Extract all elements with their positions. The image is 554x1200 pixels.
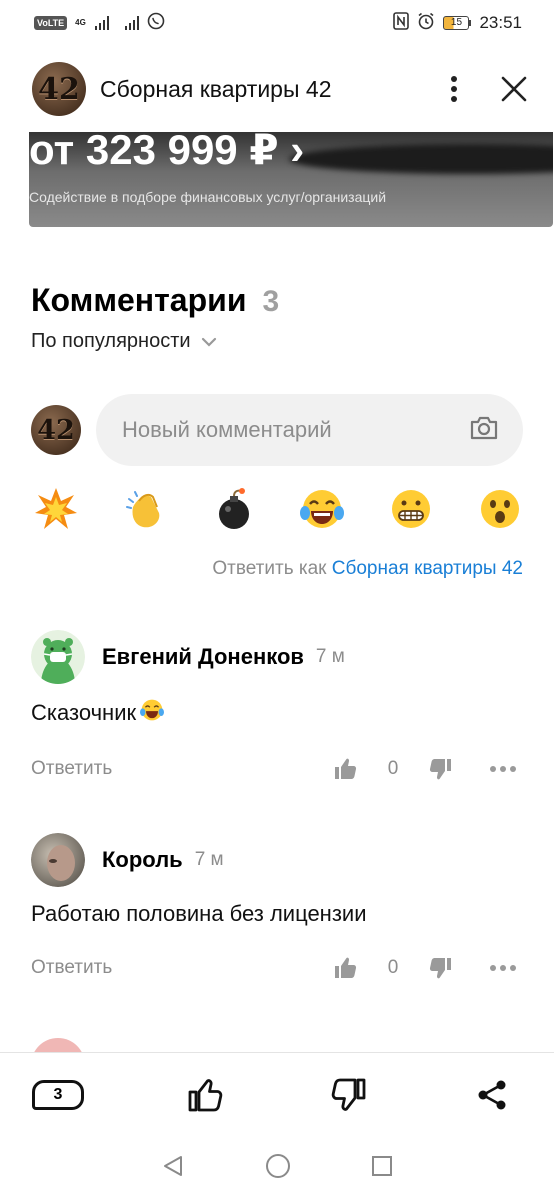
my-avatar: 42: [31, 405, 81, 455]
clock: 23:51: [479, 13, 522, 32]
comment-header: Евгений Доненков 7 м: [31, 630, 523, 684]
recents-icon[interactable]: [371, 1155, 393, 1182]
channel-header: 42 Сборная квартиры 42: [0, 46, 554, 132]
sort-label: По популярности: [31, 330, 191, 352]
thumbs-down-icon[interactable]: [421, 953, 461, 983]
channel-title[interactable]: Сборная квартиры 42: [100, 76, 434, 103]
alarm-icon: [417, 12, 435, 35]
reply-as-account-link[interactable]: Сборная квартиры 42: [332, 558, 523, 579]
comments-title: Комментарии: [31, 282, 247, 318]
reply-as-line: Ответить как Сборная квартиры 42: [212, 558, 523, 580]
dislike-icon[interactable]: [327, 1073, 371, 1117]
comment-actions: Ответить 0: [31, 953, 523, 983]
thumbs-up-icon[interactable]: [325, 953, 365, 983]
kebab-icon[interactable]: [434, 69, 474, 109]
comment-body: Сказочник: [31, 700, 137, 725]
channel-avatar[interactable]: 42: [32, 62, 86, 116]
comment-time: 7 м: [315, 646, 345, 667]
comment-text: Работаю половина без лицензии: [31, 901, 523, 927]
new-comment-input[interactable]: [122, 417, 469, 443]
network-type: 4G: [75, 18, 86, 27]
signal-icon: [95, 16, 110, 30]
new-comment-row: 42: [31, 394, 523, 466]
clapping-hands-emoji-icon[interactable]: [122, 486, 168, 532]
astonished-emoji-icon[interactable]: [477, 486, 523, 532]
comment-body: Работаю половина без лицензии: [31, 901, 367, 926]
like-icon[interactable]: [183, 1073, 227, 1117]
comment-item: Король 7 м Работаю половина без лицензии…: [31, 833, 523, 983]
reply-button[interactable]: Ответить: [31, 758, 325, 780]
reaction-bar: [33, 486, 523, 532]
user-avatar[interactable]: [31, 833, 85, 887]
reply-as-prefix: Ответить как: [212, 558, 327, 579]
promo-price: от 323 999 ₽ ›: [29, 126, 305, 173]
bomb-emoji-icon[interactable]: [211, 486, 257, 532]
status-bar: VoLTE 4G 15 23:51: [0, 0, 554, 46]
comment-author[interactable]: Евгений Доненков: [102, 644, 304, 670]
system-nav-bar: [0, 1136, 554, 1200]
chevron-down-icon: [201, 330, 217, 353]
grimacing-emoji-icon[interactable]: [388, 486, 434, 532]
tears-of-joy-icon: [138, 698, 166, 728]
home-icon[interactable]: [265, 1153, 291, 1184]
comment-text: Сказочник: [31, 698, 523, 728]
comment-header: Король 7 м: [31, 833, 523, 887]
more-options-icon[interactable]: [483, 754, 523, 784]
status-left: VoLTE 4G: [34, 12, 165, 35]
battery-icon: 15: [443, 16, 472, 30]
more-options-icon[interactable]: [483, 953, 523, 983]
close-icon[interactable]: [494, 69, 534, 109]
comment-item: Евгений Доненков 7 м Сказочник Ответить …: [31, 630, 523, 784]
back-icon[interactable]: [161, 1154, 185, 1183]
volte-badge: VoLTE: [34, 16, 68, 30]
tears-of-joy-emoji-icon[interactable]: [299, 486, 345, 532]
status-right: 15 23:51: [393, 11, 522, 35]
comment-score: 0: [387, 758, 399, 779]
reply-button[interactable]: Ответить: [31, 957, 325, 979]
sort-dropdown[interactable]: По популярности: [31, 330, 217, 353]
bottom-action-bar: 3: [0, 1052, 554, 1136]
comment-actions: Ответить 0: [31, 754, 523, 784]
battery-level: 15: [443, 16, 470, 30]
comment-author[interactable]: Король: [102, 847, 183, 873]
comment-time: 7 м: [194, 849, 224, 870]
share-icon[interactable]: [470, 1073, 514, 1117]
promo-banner[interactable]: от 323 999 ₽ › Содействие в подборе фина…: [29, 126, 553, 227]
thumbs-down-icon[interactable]: [421, 754, 461, 784]
signal-icon-2: [125, 16, 140, 30]
thumbs-up-icon[interactable]: [325, 754, 365, 784]
comments-count-button[interactable]: 3: [32, 1079, 84, 1110]
collision-emoji-icon[interactable]: [33, 486, 79, 532]
camera-icon[interactable]: [469, 415, 499, 446]
nfc-icon: [393, 11, 410, 35]
promo-disclaimer: Содействие в подборе финансовых услуг/ор…: [29, 189, 387, 205]
whatsapp-icon: [147, 12, 165, 35]
user-avatar[interactable]: [31, 630, 85, 684]
comment-score: 0: [387, 957, 399, 978]
new-comment-field[interactable]: [96, 394, 523, 466]
comments-count: 3: [262, 285, 280, 318]
comments-header: Комментарии 3: [31, 282, 279, 319]
